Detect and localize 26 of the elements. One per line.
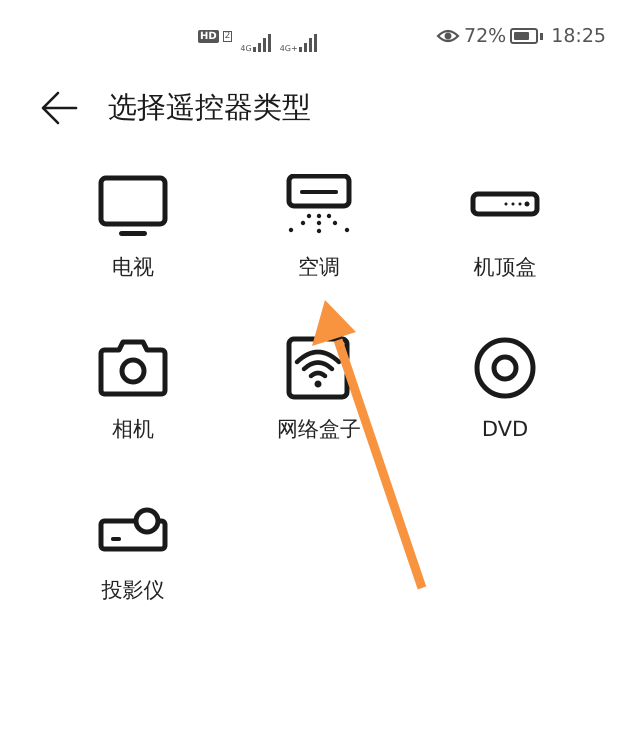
device-label: DVD	[482, 416, 528, 442]
signal-icon	[252, 32, 272, 52]
battery-percent: 72%	[464, 24, 506, 49]
device-label: 电视	[112, 254, 154, 281]
clock: 18:25	[551, 24, 606, 49]
back-button[interactable]	[40, 91, 78, 125]
device-option[interactable]: 相机	[40, 336, 226, 445]
device-option[interactable]: 空调	[226, 174, 412, 284]
device-option[interactable]: 投影仪	[40, 497, 226, 606]
device-option[interactable]: DVD	[412, 336, 598, 445]
device-label: 空调	[298, 254, 340, 281]
hd-badge: HD	[198, 30, 219, 42]
device-label: 相机	[112, 416, 154, 442]
device-label: 网络盒子	[277, 416, 361, 442]
network-type: 4G	[240, 44, 252, 52]
eye-icon	[436, 27, 460, 45]
network-type: 4G+	[280, 44, 298, 52]
battery-icon	[510, 28, 544, 44]
device-label: 机顶盒	[474, 254, 536, 281]
device-option[interactable]: 网络盒子	[226, 336, 412, 445]
device-label: 投影仪	[102, 577, 164, 604]
device-option[interactable]: 电视	[40, 174, 226, 284]
signal-icon	[298, 32, 318, 52]
tv-icon	[97, 174, 169, 238]
page-title: 选择遥控器类型	[108, 89, 311, 126]
device-option[interactable]: 机顶盒	[412, 174, 598, 284]
